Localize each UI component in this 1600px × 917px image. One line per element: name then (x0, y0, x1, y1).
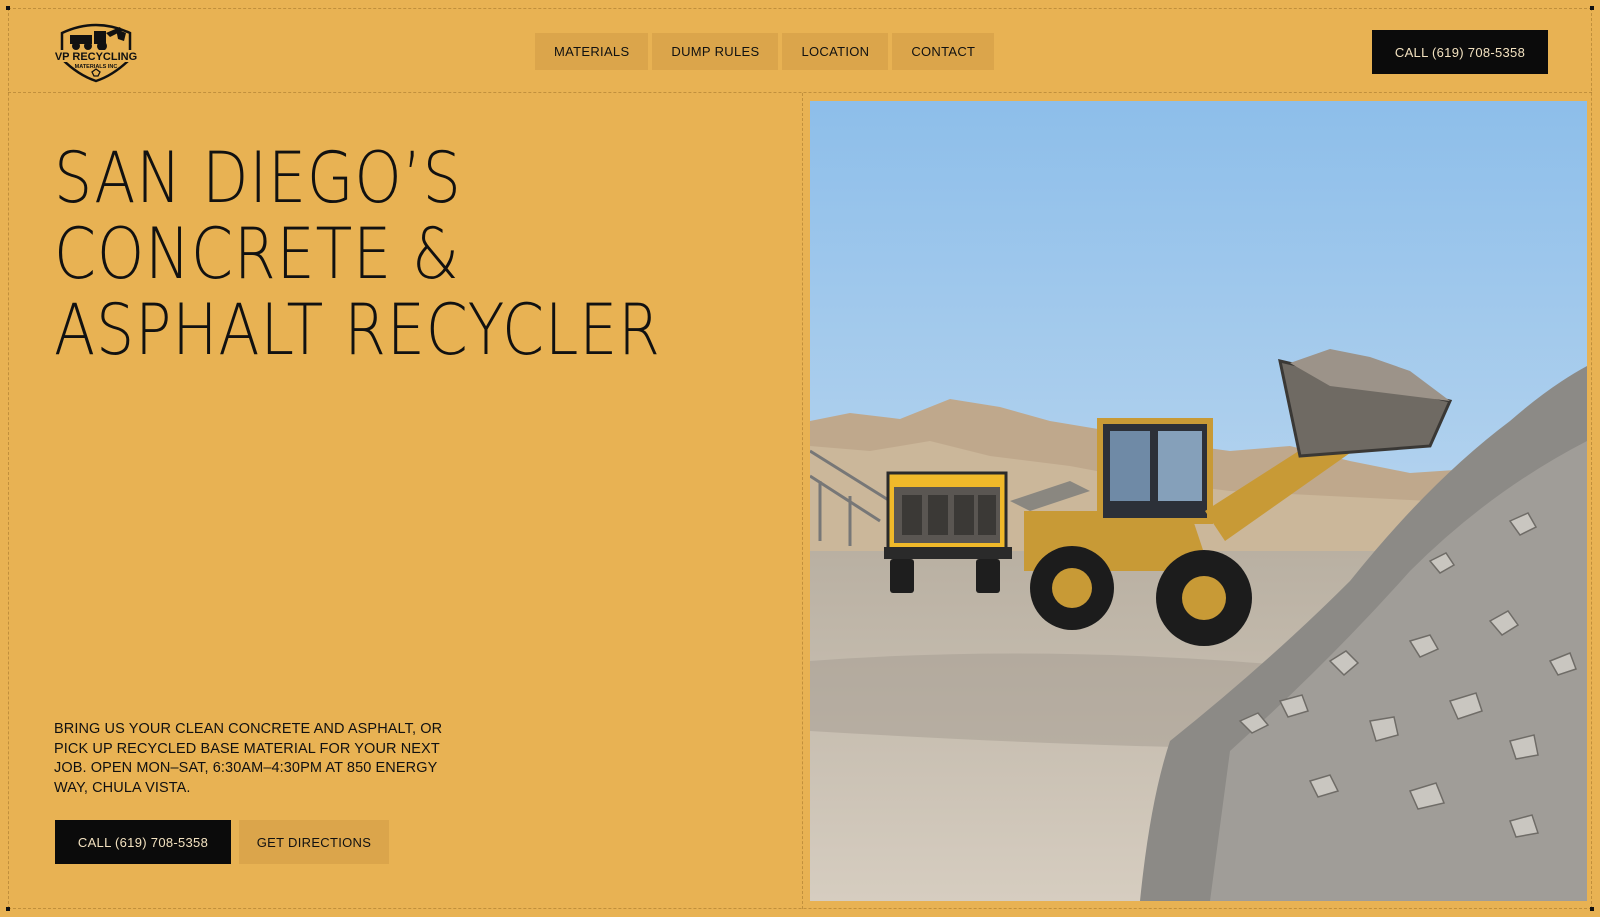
main-nav: MATERIALS DUMP RULES LOCATION CONTACT (535, 33, 995, 70)
hero-title-line: SAN DIEGO’S (54, 137, 462, 219)
get-directions-button[interactable]: GET DIRECTIONS (239, 820, 389, 864)
nav-item-dump-rules[interactable]: DUMP RULES (652, 33, 779, 70)
section-divider (802, 93, 803, 909)
svg-text:VP RECYCLING: VP RECYCLING (55, 51, 137, 63)
header-call-button[interactable]: CALL (619) 708-5358 (1372, 30, 1548, 74)
site-header: VP RECYCLING MATERIALS INC MATERIALS DUM… (8, 8, 1592, 93)
logo-link[interactable]: VP RECYCLING MATERIALS INC (54, 19, 138, 83)
hero-call-button[interactable]: CALL (619) 708-5358 (55, 820, 231, 864)
recycling-truck-logo-icon: VP RECYCLING MATERIALS INC (55, 23, 137, 83)
nav-item-location[interactable]: LOCATION (782, 33, 889, 70)
hero-title-line: CONCRETE & (54, 213, 460, 295)
nav-item-materials[interactable]: MATERIALS (535, 33, 649, 70)
hero-title-line: ASPHALT RECYCLER (54, 289, 661, 371)
frame-corner (1590, 907, 1594, 911)
hero-description: BRING US YOUR CLEAN CONCRETE AND ASPHALT… (54, 721, 443, 796)
hero-title: SAN DIEGO’S CONCRETE & ASPHALT RECYCLER (54, 140, 673, 368)
hero-image-wheel-loader (810, 101, 1587, 901)
nav-item-contact[interactable]: CONTACT (892, 33, 995, 70)
frame-corner (6, 907, 10, 911)
